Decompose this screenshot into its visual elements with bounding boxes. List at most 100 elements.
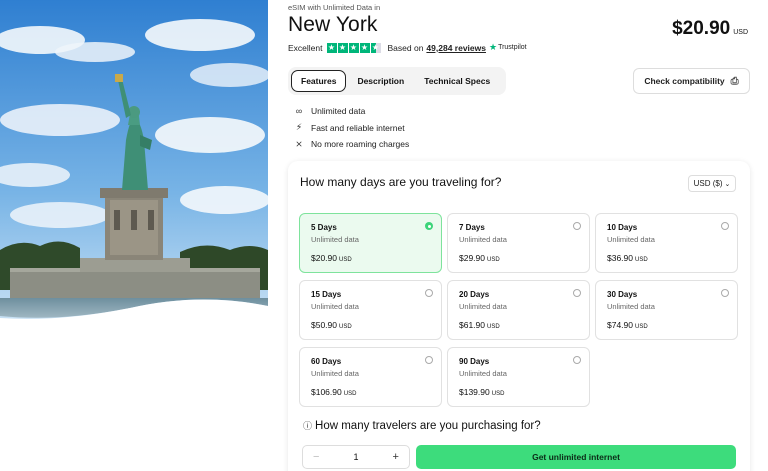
rating-label: Excellent: [288, 42, 323, 53]
plan-price: $36.90 USD: [607, 253, 726, 263]
plan-price-unit: USD: [635, 257, 648, 263]
rating-based-on: Based on: [387, 42, 424, 53]
price-currency: USD: [733, 29, 748, 36]
feature-list: ∞ Unlimited data ⚡︎ Fast and reliable in…: [292, 103, 409, 153]
plan-option-20-days[interactable]: 20 Days Unlimited data $61.90 USD: [447, 280, 590, 340]
radio-icon[interactable]: [573, 289, 581, 297]
plan-price-unit: USD: [339, 324, 352, 330]
plan-days: 15 Days: [311, 290, 342, 299]
plan-option-7-days[interactable]: 7 Days Unlimited data $29.90 USD: [447, 213, 590, 273]
plan-price-unit: USD: [491, 391, 505, 397]
radio-selected-icon[interactable]: [425, 222, 433, 230]
plan-price: $61.90 USD: [459, 320, 578, 330]
phone-check-icon: ⎙: [730, 75, 739, 87]
plan-days: 60 Days: [311, 357, 342, 366]
plan-days: 30 Days: [607, 290, 638, 299]
plan-selection-card: How many days are you traveling for? USD…: [288, 161, 750, 471]
plan-price-value: $61.90: [459, 320, 485, 330]
plan-price-value: $139.90: [459, 387, 490, 397]
plan-option-5-days[interactable]: 5 Days Unlimited data $20.90 USD: [299, 213, 442, 273]
info-tabs: Features Description Technical Specs: [288, 67, 506, 95]
infinity-icon: ∞: [295, 106, 303, 117]
plan-option-60-days[interactable]: 60 Days Unlimited data $106.90 USD: [299, 347, 442, 407]
price-value: $20.90: [672, 18, 731, 39]
radio-icon[interactable]: [573, 356, 581, 364]
radio-icon[interactable]: [721, 289, 729, 297]
plan-days: 20 Days: [459, 290, 490, 299]
increment-button[interactable]: +: [393, 451, 399, 463]
get-unlimited-internet-button[interactable]: Get unlimited internet: [416, 445, 736, 469]
days-question: How many days are you traveling for?: [300, 175, 502, 189]
quantity-value[interactable]: 1: [353, 452, 358, 462]
radio-icon[interactable]: [721, 222, 729, 230]
plan-price: $20.90 USD: [311, 253, 430, 263]
plan-data: Unlimited data: [607, 302, 655, 311]
half-star-icon: ★: [370, 42, 381, 53]
feature-item: ∞ Unlimited data: [292, 103, 409, 120]
check-compatibility-button[interactable]: Check compatibility ⎙: [633, 68, 750, 94]
tab-technical-specs[interactable]: Technical Specs: [415, 71, 499, 91]
plan-data: Unlimited data: [311, 302, 359, 311]
plan-data: Unlimited data: [311, 235, 359, 244]
feature-item: ⚡︎ Fast and reliable internet: [292, 120, 409, 137]
star-icon: ★: [326, 42, 337, 53]
plan-days: 5 Days: [311, 223, 337, 232]
feature-label: Unlimited data: [311, 106, 366, 117]
plan-price-unit: USD: [487, 257, 500, 263]
plan-option-10-days[interactable]: 10 Days Unlimited data $36.90 USD: [595, 213, 738, 273]
plan-price-unit: USD: [487, 324, 500, 330]
plan-option-15-days[interactable]: 15 Days Unlimited data $50.90 USD: [299, 280, 442, 340]
plan-price: $106.90 USD: [311, 387, 430, 397]
plan-option-90-days[interactable]: 90 Days Unlimited data $139.90 USD: [447, 347, 590, 407]
product-eyebrow: eSIM with Unlimited Data in: [288, 3, 381, 12]
plan-price-value: $74.90: [607, 320, 633, 330]
plan-price-unit: USD: [339, 257, 352, 263]
plan-price-value: $106.90: [311, 387, 342, 397]
radio-icon[interactable]: [573, 222, 581, 230]
plan-price-unit: USD: [635, 324, 648, 330]
travelers-question: ⓘ How many travelers are you purchasing …: [303, 419, 541, 432]
star-icon: ★: [348, 42, 359, 53]
product-panel: eSIM with Unlimited Data in New York $20…: [288, 0, 758, 471]
info-icon[interactable]: ⓘ: [303, 419, 312, 432]
feature-label: Fast and reliable internet: [311, 122, 405, 133]
currency-select[interactable]: USD ($) ⌄: [688, 175, 736, 192]
plan-data: Unlimited data: [311, 369, 359, 378]
quantity-stepper: − 1 +: [302, 445, 410, 469]
trustpilot-star-icon: ★: [488, 42, 498, 52]
plan-days: 90 Days: [459, 357, 490, 366]
travelers-question-text: How many travelers are you purchasing fo…: [315, 419, 541, 432]
tab-description[interactable]: Description: [348, 71, 413, 91]
rating-stars: ★ ★ ★ ★ ★: [326, 42, 382, 53]
star-icon: ★: [337, 42, 348, 53]
plan-price: $139.90 USD: [459, 387, 578, 397]
plan-price-value: $29.90: [459, 253, 485, 263]
plan-price: $50.90 USD: [311, 320, 430, 330]
decrement-button[interactable]: −: [313, 451, 319, 463]
no-roaming-icon: ⨯: [295, 138, 303, 149]
page-title: New York: [288, 13, 378, 36]
radio-icon[interactable]: [425, 356, 433, 364]
feature-label: No more roaming charges: [311, 139, 410, 150]
star-icon: ★: [359, 42, 370, 53]
plan-option-30-days[interactable]: 30 Days Unlimited data $74.90 USD: [595, 280, 738, 340]
check-compatibility-label: Check compatibility: [644, 76, 725, 86]
tab-features[interactable]: Features: [291, 70, 347, 92]
product-price: $20.90 USD: [672, 18, 748, 40]
plan-price: $29.90 USD: [459, 253, 578, 263]
plan-data: Unlimited data: [459, 302, 507, 311]
plan-price-value: $50.90: [311, 320, 337, 330]
feature-item: ⨯ No more roaming charges: [292, 136, 409, 153]
radio-icon[interactable]: [425, 289, 433, 297]
plan-data: Unlimited data: [459, 235, 507, 244]
hero-image-statue-of-liberty: [0, 0, 268, 322]
plan-days: 7 Days: [459, 223, 485, 232]
trustpilot-logo: ★ Trustpilot: [489, 42, 527, 53]
plan-days: 10 Days: [607, 223, 638, 232]
currency-select-value: USD ($): [693, 179, 723, 188]
reviews-link[interactable]: 49,284 reviews: [426, 43, 486, 53]
plan-data: Unlimited data: [607, 235, 655, 244]
trustpilot-label: Trustpilot: [498, 44, 527, 51]
plan-price-value: $36.90: [607, 253, 633, 263]
plan-price-value: $20.90: [311, 253, 337, 263]
